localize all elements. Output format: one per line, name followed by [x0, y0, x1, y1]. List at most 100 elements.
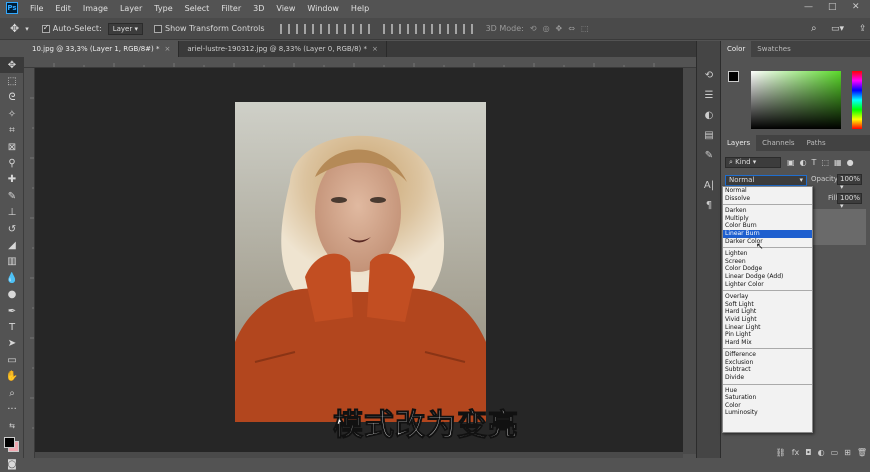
tab-paths[interactable]: Paths: [801, 135, 832, 151]
distribute-left-icon[interactable]: [430, 23, 441, 34]
tab-channels[interactable]: Channels: [756, 135, 800, 151]
dodge-tool-icon[interactable]: ●: [0, 286, 24, 302]
eraser-tool-icon[interactable]: ◢: [0, 237, 24, 253]
blend-option-multiply[interactable]: Multiply: [723, 215, 812, 223]
menu-3d[interactable]: 3D: [247, 4, 270, 13]
align-right-icon[interactable]: [359, 23, 370, 34]
layer-style-icon[interactable]: fx: [792, 448, 800, 458]
menu-filter[interactable]: Filter: [215, 4, 247, 13]
layer-mask-icon[interactable]: ◘: [805, 448, 811, 458]
blend-option-linear-burn[interactable]: Linear Burn: [723, 229, 812, 238]
libraries-icon[interactable]: ▤: [697, 125, 721, 145]
tab-swatches[interactable]: Swatches: [751, 41, 796, 57]
character-icon[interactable]: A|: [697, 175, 721, 195]
menu-select[interactable]: Select: [179, 4, 216, 13]
blur-tool-icon[interactable]: 💧: [0, 270, 24, 286]
kind-filter-dropdown[interactable]: ⌕ Kind ▾: [725, 157, 781, 168]
blend-option-color-burn[interactable]: Color Burn: [723, 222, 812, 230]
close-icon[interactable]: ×: [164, 45, 170, 53]
blend-option-dissolve[interactable]: Dissolve: [723, 195, 812, 203]
filter-type-icon[interactable]: T: [812, 158, 817, 167]
auto-select-checkbox[interactable]: Auto-Select:: [41, 23, 102, 33]
adjustments-icon[interactable]: ◐: [697, 105, 721, 125]
3d-scale-icon[interactable]: ⬚: [581, 24, 589, 33]
opacity-input[interactable]: 100% ▾: [837, 174, 862, 191]
zoom-tool-icon[interactable]: ⌕: [0, 385, 24, 401]
chevron-down-icon[interactable]: ▾: [25, 25, 29, 33]
healing-brush-tool-icon[interactable]: ✚: [0, 172, 24, 188]
marquee-tool-icon[interactable]: ⬚: [0, 73, 24, 89]
quick-mask-icon[interactable]: ◙: [0, 456, 24, 472]
paragraph-icon[interactable]: ¶: [697, 195, 721, 215]
adjustment-layer-icon[interactable]: ◐: [818, 448, 825, 458]
blend-option-exclusion[interactable]: Exclusion: [723, 359, 812, 367]
menu-image[interactable]: Image: [77, 4, 114, 13]
color-swatches[interactable]: [0, 434, 24, 456]
path-selection-tool-icon[interactable]: ➤: [0, 336, 24, 352]
blend-option-overlay[interactable]: Overlay: [723, 293, 812, 301]
blend-option-color-dodge[interactable]: Color Dodge: [723, 265, 812, 273]
blend-option-pin-light[interactable]: Pin Light: [723, 331, 812, 339]
history-brush-tool-icon[interactable]: ↺: [0, 221, 24, 237]
foreground-color-swatch[interactable]: [4, 436, 15, 448]
move-tool-icon[interactable]: ✥: [10, 22, 19, 35]
blend-option-luminosity[interactable]: Luminosity: [723, 409, 812, 417]
eyedropper-tool-icon[interactable]: ⚲: [0, 155, 24, 171]
filter-shape-icon[interactable]: ⬚: [821, 158, 829, 167]
trash-icon[interactable]: 🗑: [857, 448, 867, 458]
3d-slide-icon[interactable]: ⇔: [568, 24, 575, 33]
menu-layer[interactable]: Layer: [114, 4, 148, 13]
hue-slider[interactable]: [852, 71, 862, 129]
fill-input[interactable]: 100% ▾: [837, 193, 862, 210]
blend-option-hue[interactable]: Hue: [723, 387, 812, 395]
clone-stamp-tool-icon[interactable]: ⊥: [0, 205, 24, 221]
close-button[interactable]: ✕: [852, 2, 860, 12]
blend-option-hard-mix[interactable]: Hard Mix: [723, 339, 812, 347]
close-icon[interactable]: ×: [372, 45, 378, 53]
blend-option-subtract[interactable]: Subtract: [723, 366, 812, 374]
group-icon[interactable]: ▭: [831, 448, 839, 458]
pen-tool-icon[interactable]: ✒: [0, 303, 24, 319]
align-bottom-icon[interactable]: [311, 23, 322, 34]
menu-edit[interactable]: Edit: [49, 4, 77, 13]
link-layers-icon[interactable]: ⛓: [776, 448, 786, 458]
hand-tool-icon[interactable]: ✋: [0, 368, 24, 384]
filter-toggle-icon[interactable]: ●: [847, 158, 854, 167]
transform-controls-checkbox[interactable]: Show Transform Controls: [154, 24, 265, 33]
blend-option-lighter-color[interactable]: Lighter Color: [723, 281, 812, 289]
new-layer-icon[interactable]: ⊞: [844, 448, 851, 458]
3d-roll-icon[interactable]: ◎: [543, 24, 550, 33]
3d-rotate-icon[interactable]: ⟲: [530, 24, 537, 33]
menu-window[interactable]: Window: [301, 4, 345, 13]
distribute-right-icon[interactable]: [462, 23, 473, 34]
swap-colors-icon[interactable]: ⇆: [0, 418, 24, 434]
align-hcenter-icon[interactable]: [343, 23, 354, 34]
brush-settings-icon[interactable]: ✎: [697, 145, 721, 165]
properties-icon[interactable]: ☰: [697, 85, 721, 105]
horizontal-scrollbar[interactable]: [35, 452, 683, 458]
align-left-icon[interactable]: [327, 23, 338, 34]
tab-color[interactable]: Color: [721, 41, 752, 57]
filter-pixel-icon[interactable]: ▣: [787, 158, 795, 167]
blend-option-hard-light[interactable]: Hard Light: [723, 308, 812, 316]
blend-option-soft-light[interactable]: Soft Light: [723, 301, 812, 309]
history-icon[interactable]: ⟲: [697, 65, 721, 85]
foreground-color-swatch[interactable]: [728, 71, 739, 82]
distribute-vcenter-icon[interactable]: [398, 23, 409, 34]
vertical-scrollbar[interactable]: [683, 68, 696, 454]
menu-type[interactable]: Type: [148, 4, 178, 13]
layer-row[interactable]: [811, 209, 866, 245]
document-image[interactable]: [235, 102, 486, 422]
blend-option-screen[interactable]: Screen: [723, 258, 812, 266]
tab-layers[interactable]: Layers: [721, 135, 757, 151]
blend-option-vivid-light[interactable]: Vivid Light: [723, 316, 812, 324]
tab-document-1[interactable]: 10.jpg @ 33,3% (Layer 1, RGB/8#) * ×: [24, 41, 180, 57]
gradient-tool-icon[interactable]: ▥: [0, 254, 24, 270]
search-icon[interactable]: ⌕: [811, 23, 817, 34]
blend-option-normal[interactable]: Normal: [723, 187, 812, 195]
menu-help[interactable]: Help: [345, 4, 375, 13]
maximize-button[interactable]: □: [828, 2, 837, 12]
filter-adjustment-icon[interactable]: ◐: [800, 158, 807, 167]
align-vcenter-icon[interactable]: [295, 23, 306, 34]
blend-option-color[interactable]: Color: [723, 402, 812, 410]
